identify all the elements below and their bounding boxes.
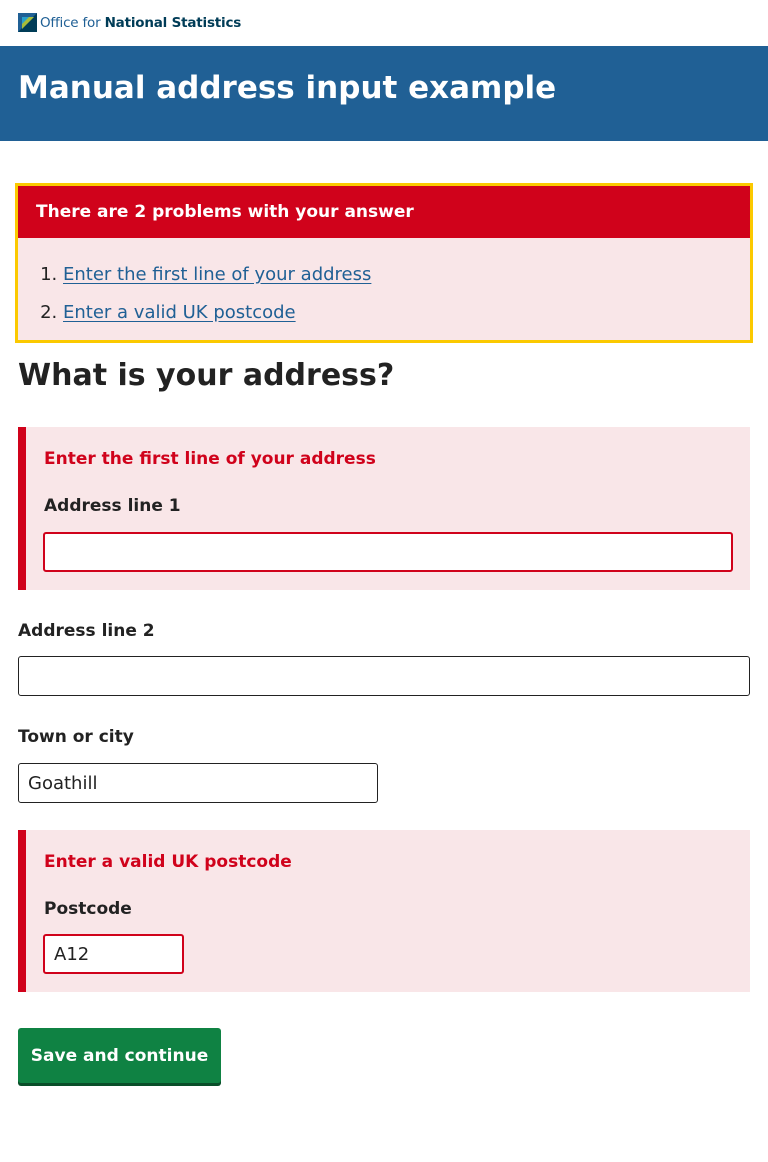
page-header: Manual address input example	[0, 46, 768, 141]
error-summary-item: Enter the first line of your address	[63, 256, 750, 294]
error-summary-item: Enter a valid UK postcode	[63, 294, 750, 332]
error-link-postcode[interactable]: Enter a valid UK postcode	[63, 302, 296, 323]
address-line-1-label: Address line 1	[44, 496, 181, 516]
logo-text: Office for National Statistics	[40, 14, 242, 31]
top-bar: Office for National Statistics	[0, 0, 768, 46]
postcode-error-panel: Enter a valid UK postcode Postcode	[18, 830, 750, 992]
address-line-2-label: Address line 2	[18, 621, 155, 641]
town-input[interactable]	[18, 763, 378, 803]
error-summary: There are 2 problems with your answer En…	[15, 183, 753, 343]
address-line-1-error-panel: Enter the first line of your address Add…	[18, 427, 750, 590]
page-title: Manual address input example	[18, 70, 557, 106]
postcode-label: Postcode	[44, 899, 132, 919]
error-summary-heading: There are 2 problems with your answer	[18, 186, 750, 238]
save-and-continue-button[interactable]: Save and continue	[18, 1028, 221, 1083]
postcode-error-message: Enter a valid UK postcode	[44, 852, 292, 872]
question-heading: What is your address?	[18, 358, 395, 393]
town-label: Town or city	[18, 727, 134, 747]
postcode-input[interactable]	[43, 934, 184, 974]
error-summary-list: Enter the first line of your address Ent…	[18, 238, 750, 332]
ons-logo[interactable]: Office for National Statistics	[18, 13, 241, 32]
address-line-2-input[interactable]	[18, 656, 750, 696]
error-link-address-line-1[interactable]: Enter the first line of your address	[63, 264, 371, 285]
address-line-1-input[interactable]	[43, 532, 733, 572]
ons-logo-icon	[18, 13, 37, 32]
address-line-1-error-message: Enter the first line of your address	[44, 449, 376, 469]
